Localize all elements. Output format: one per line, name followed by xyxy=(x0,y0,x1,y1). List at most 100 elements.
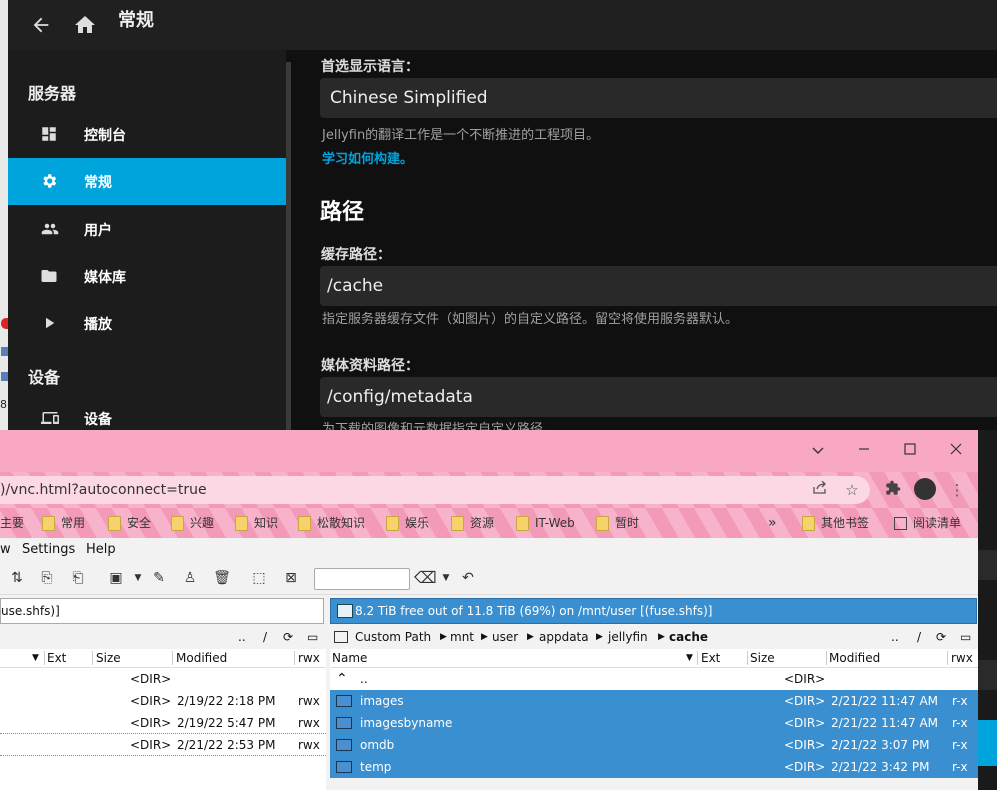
share-icon[interactable] xyxy=(810,480,830,500)
history-icon[interactable]: ⟳ xyxy=(936,627,946,647)
table-row[interactable]: imagesbyname <DIR> 2/21/22 11:47 AM r-x xyxy=(330,712,978,734)
breadcrumb-item[interactable]: Custom Path xyxy=(355,627,431,647)
bookmark-label: 安全 xyxy=(127,516,152,530)
cache-path-input[interactable]: /cache xyxy=(320,266,997,306)
chevron-down-icon[interactable] xyxy=(803,436,833,464)
column-modified[interactable]: Modified xyxy=(176,649,227,667)
column-name[interactable]: Name xyxy=(332,649,367,667)
more-bookmarks-button[interactable]: » xyxy=(768,508,777,538)
sidebar-item-playback[interactable]: 播放 xyxy=(8,300,286,347)
parent-dir-button[interactable]: .. xyxy=(238,627,246,647)
learn-translate-link[interactable]: 学习如何构建。 xyxy=(322,148,413,167)
bookmark-label: 知识 xyxy=(254,516,279,530)
trash-icon[interactable]: 🗑 xyxy=(212,568,232,588)
breadcrumb-current[interactable]: cache xyxy=(669,627,708,647)
table-row[interactable]: omdb <DIR> 2/21/22 3:07 PM r-x xyxy=(330,734,978,756)
column-attr[interactable]: rwx xyxy=(298,649,320,667)
drive-icon xyxy=(337,604,353,618)
left-panel: use.shfs)] .. / ⟳ ▭ ▼ Ext Size Modified xyxy=(0,595,326,790)
file-panels: use.shfs)] .. / ⟳ ▭ ▼ Ext Size Modified xyxy=(0,595,978,790)
monitor-icon[interactable]: ▣ xyxy=(106,568,126,588)
column-size[interactable]: Size xyxy=(750,649,775,667)
table-row[interactable]: images <DIR> 2/21/22 11:47 AM r-x xyxy=(330,690,978,712)
breadcrumb-item[interactable]: jellyfin xyxy=(608,627,648,647)
bookmark-folder[interactable]: 娱乐 xyxy=(386,508,429,538)
close-icon[interactable] xyxy=(941,436,971,464)
reading-list[interactable]: 阅读清单 xyxy=(894,508,961,538)
address-bar[interactable]: )/vnc.html?autoconnect=true ☆ xyxy=(0,476,870,504)
bookmark-folder[interactable]: 松散知识 xyxy=(298,508,365,538)
star-icon[interactable]: ☆ xyxy=(842,480,862,500)
bookmark-folder[interactable]: 知识 xyxy=(235,508,278,538)
home-icon[interactable] xyxy=(68,8,102,42)
minimize-icon[interactable] xyxy=(849,436,879,464)
menu-settings[interactable]: Settings xyxy=(22,542,75,557)
bookmark-folder[interactable]: 常用 xyxy=(42,508,85,538)
cell-modified: 2/21/22 11:47 AM xyxy=(831,694,939,708)
sidebar-item-libraries[interactable]: 媒体库 xyxy=(8,253,286,300)
sort-arrow-icon[interactable]: ▼ xyxy=(32,649,39,667)
profile-avatar[interactable] xyxy=(914,478,936,500)
move-icon[interactable]: ⎗ xyxy=(68,568,88,588)
extensions-icon[interactable] xyxy=(883,480,903,500)
quick-search-input[interactable] xyxy=(314,568,410,590)
favorites-icon[interactable]: ▭ xyxy=(960,627,971,647)
bookmark-folder[interactable]: IT-Web xyxy=(516,508,575,538)
dropdown-arrow-icon[interactable]: ▼ xyxy=(128,568,148,588)
table-row[interactable]: <DIR> 2/19/22 5:47 PM rwx xyxy=(0,712,326,734)
history-icon[interactable]: ⟳ xyxy=(283,627,293,647)
table-row-parent[interactable]: ⌃ .. <DIR> xyxy=(330,668,978,690)
dropdown-arrow-icon[interactable]: ▼ xyxy=(436,568,456,588)
folder-icon xyxy=(386,516,399,531)
column-ext[interactable]: Ext xyxy=(47,649,66,667)
table-row[interactable]: temp <DIR> 2/21/22 3:42 PM r-x xyxy=(330,756,978,778)
edit-pen-icon[interactable]: ✎ xyxy=(149,568,169,588)
breadcrumb-item[interactable]: mnt xyxy=(450,627,474,647)
sidebar-item-label: 媒体库 xyxy=(84,270,126,286)
breadcrumb-item[interactable]: user xyxy=(492,627,518,647)
select-all-icon[interactable]: ⬚ xyxy=(249,568,269,588)
root-dir-button[interactable]: / xyxy=(917,627,921,647)
parent-dir-button[interactable]: .. xyxy=(891,627,899,647)
swap-panels-icon[interactable]: ⇅ xyxy=(7,568,27,588)
cell-size: <DIR> xyxy=(784,672,826,686)
clear-icon[interactable]: ⌫ xyxy=(414,568,437,588)
menu-view[interactable]: w xyxy=(0,542,11,557)
reading-list-icon xyxy=(894,517,907,530)
bookmark-label: 暂时 xyxy=(615,516,640,530)
column-attr[interactable]: rwx xyxy=(951,649,973,667)
metadata-path-input[interactable]: /config/metadata xyxy=(320,377,997,417)
sort-arrow-icon[interactable]: ▼ xyxy=(686,649,693,667)
language-select[interactable]: Chinese Simplified xyxy=(320,78,997,118)
deselect-icon[interactable]: ⊠ xyxy=(281,568,301,588)
bookmark-item[interactable]: 主要 xyxy=(0,508,24,538)
bookmark-folder[interactable]: 资源 xyxy=(451,508,494,538)
bookmark-folder[interactable]: 兴趣 xyxy=(171,508,214,538)
undo-icon[interactable]: ↶ xyxy=(458,568,478,588)
sidebar-item-label: 控制台 xyxy=(84,128,126,144)
breadcrumb-item[interactable]: appdata xyxy=(539,627,589,647)
menu-help[interactable]: Help xyxy=(86,542,116,557)
user-icon[interactable]: ♙ xyxy=(180,568,200,588)
table-row[interactable]: <DIR> 2/19/22 2:18 PM rwx xyxy=(0,690,326,712)
sidebar-item-dashboard[interactable]: 控制台 xyxy=(8,111,286,158)
column-modified[interactable]: Modified xyxy=(829,649,880,667)
column-size[interactable]: Size xyxy=(96,649,121,667)
sidebar-item-general[interactable]: 常规 xyxy=(8,158,286,205)
other-bookmarks[interactable]: 其他书签 xyxy=(802,508,869,538)
folder-icon xyxy=(596,516,609,531)
maximize-icon[interactable] xyxy=(895,436,925,464)
back-arrow-icon[interactable] xyxy=(24,8,58,42)
column-ext[interactable]: Ext xyxy=(701,649,720,667)
address-text[interactable]: )/vnc.html?autoconnect=true xyxy=(0,476,207,504)
table-row[interactable]: <DIR> xyxy=(0,668,326,690)
sidebar-item-users[interactable]: 用户 xyxy=(8,206,286,253)
bookmark-folder[interactable]: 安全 xyxy=(108,508,151,538)
root-dir-button[interactable]: / xyxy=(263,627,267,647)
favorites-icon[interactable]: ▭ xyxy=(307,627,318,647)
bookmark-folder[interactable]: 暂时 xyxy=(596,508,639,538)
copy-icon[interactable]: ⎘ xyxy=(37,568,57,588)
sidebar-scrollbar[interactable] xyxy=(286,62,291,432)
kebab-menu-icon[interactable]: ⋮ xyxy=(947,480,967,500)
table-row[interactable]: <DIR> 2/21/22 2:53 PM rwx xyxy=(0,734,326,756)
